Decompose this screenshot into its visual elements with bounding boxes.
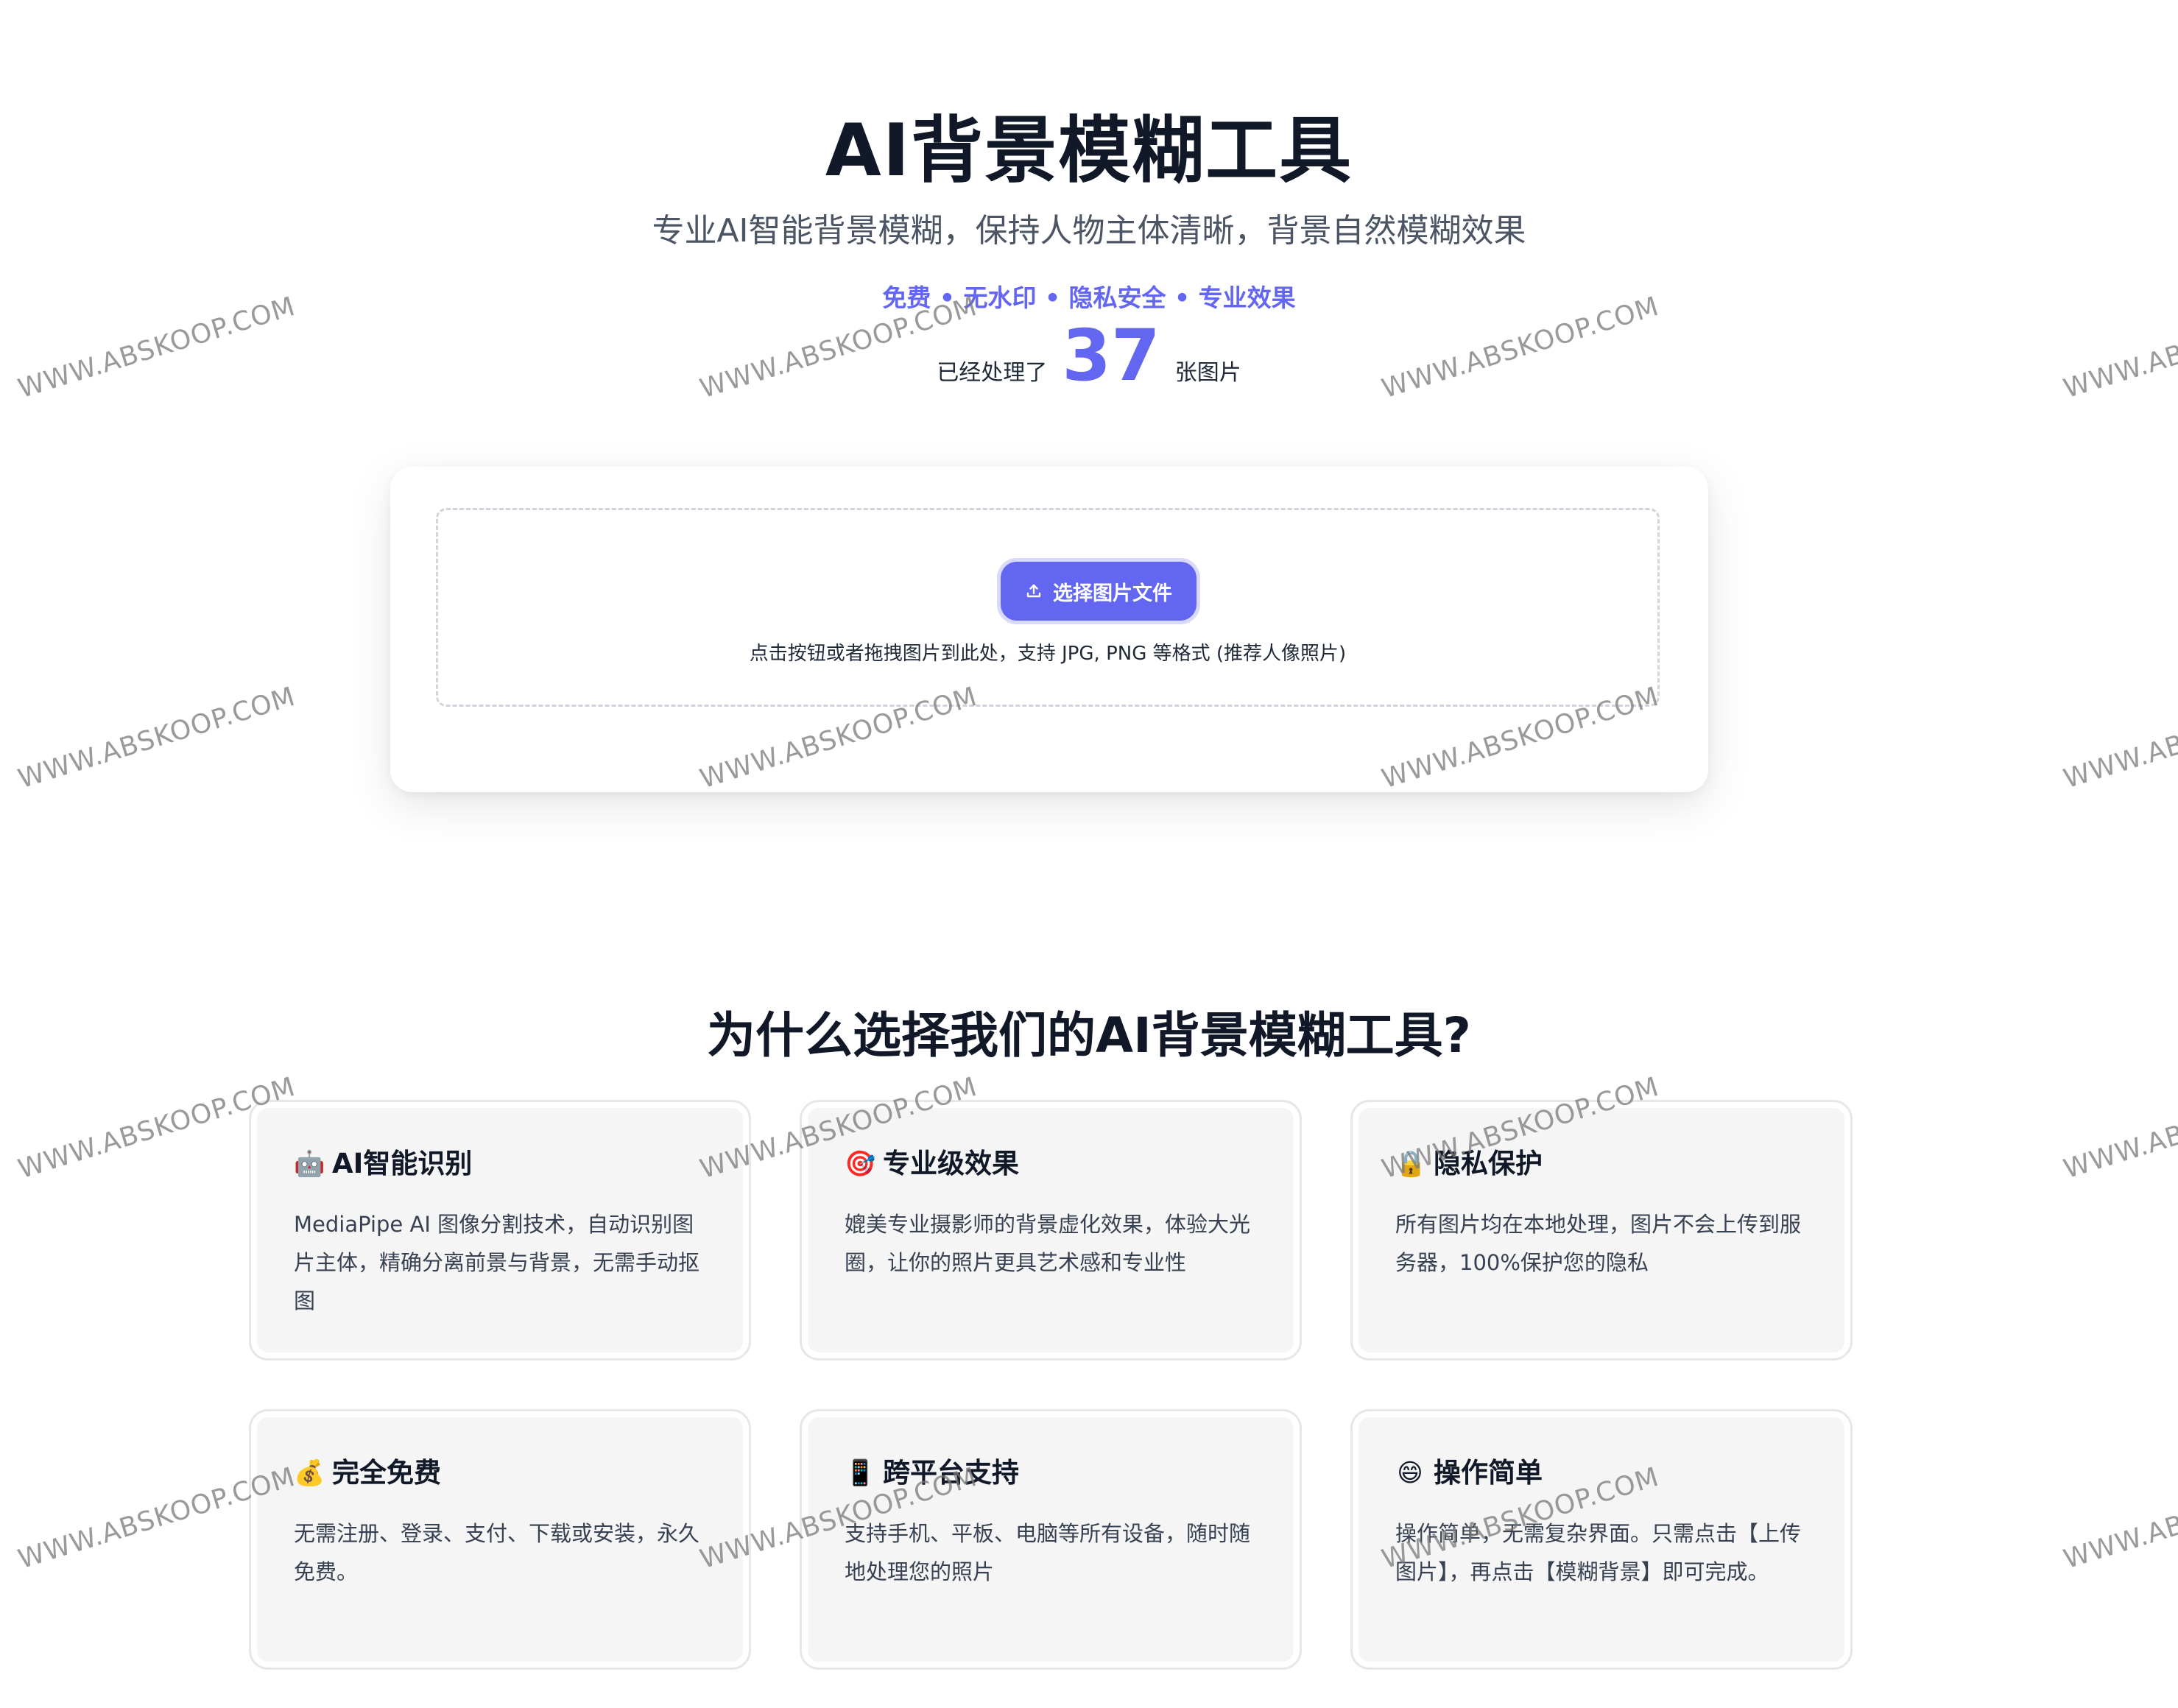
feature-title: 专业级效果 — [883, 1148, 1019, 1179]
feature-description: 所有图片均在本地处理，图片不会上传到服务器，100%保护您的隐私 — [1395, 1212, 1802, 1275]
feature-description: 操作简单，无需复杂界面。只需点击【上传图片】，再点击【模糊背景】即可完成。 — [1395, 1521, 1802, 1584]
processed-counter: 已经处理了 37 张图片 — [0, 315, 2178, 396]
feature-card-privacy: 🔒 隐私保护 所有图片均在本地处理，图片不会上传到服务器，100%保护您的隐私 — [1350, 1100, 1853, 1361]
upload-icon — [1025, 582, 1043, 600]
select-image-button[interactable]: 选择图片文件 — [1001, 562, 1197, 621]
feature-title: 完全免费 — [332, 1457, 441, 1489]
feature-title: 跨平台支持 — [883, 1457, 1019, 1489]
feature-title: 操作简单 — [1434, 1457, 1543, 1489]
smile-icon: 😄 — [1397, 1458, 1423, 1488]
feature-card-pro-effect: 🎯 专业级效果 媲美专业摄影师的背景虚化效果，体验大光圈，让你的照片更具艺术感和… — [800, 1100, 1302, 1361]
feature-card-cross-platform: 📱 跨平台支持 支持手机、平板、电脑等所有设备，随时随地处理您的照片 — [800, 1409, 1302, 1670]
watermark: WWW.ABSKOOP.COM — [2060, 1071, 2178, 1185]
money-bag-icon: 💰 — [294, 1458, 325, 1488]
counter-value: 37 — [1062, 314, 1160, 397]
features-grid: 🤖 AI智能识别 MediaPipe AI 图像分割技术，自动识别图片主体，精确… — [249, 1100, 1853, 1670]
lock-icon: 🔒 — [1395, 1149, 1427, 1179]
feature-title: AI智能识别 — [332, 1148, 473, 1179]
counter-prefix: 已经处理了 — [937, 360, 1048, 386]
select-image-button-label: 选择图片文件 — [1053, 582, 1172, 605]
page-subtitle: 专业AI智能背景模糊，保持人物主体清晰，背景自然模糊效果 — [652, 212, 1526, 250]
watermark: WWW.ABSKOOP.COM — [15, 0, 299, 7]
upload-hint: 点击按钮或者拖拽图片到此处，支持 JPG, PNG 等格式 (推荐人像照片) — [749, 643, 1347, 665]
robot-icon: 🤖 — [294, 1149, 325, 1179]
watermark: WWW.ABSKOOP.COM — [2060, 681, 2178, 795]
features-title: 为什么选择我们的AI背景模糊工具? — [707, 1007, 1471, 1064]
feature-title: 隐私保护 — [1434, 1148, 1543, 1179]
feature-description: 支持手机、平板、电脑等所有设备，随时随地处理您的照片 — [845, 1521, 1251, 1584]
feature-description: 无需注册、登录、支付、下载或安装，永久免费。 — [294, 1521, 700, 1584]
feature-description: MediaPipe AI 图像分割技术，自动识别图片主体，精确分离前景与背景，无… — [294, 1212, 700, 1313]
watermark: WWW.ABSKOOP.COM — [2060, 0, 2178, 7]
feature-description: 媲美专业摄影师的背景虚化效果，体验大光圈，让你的照片更具艺术感和专业性 — [845, 1212, 1251, 1275]
watermark: WWW.ABSKOOP.COM — [2060, 1461, 2178, 1575]
feature-card-free: 💰 完全免费 无需注册、登录、支付、下载或安装，永久免费。 — [249, 1409, 751, 1670]
feature-tags: 免费 • 无水印 • 隐私安全 • 专业效果 — [882, 283, 1296, 312]
feature-card-ai-recognition: 🤖 AI智能识别 MediaPipe AI 图像分割技术，自动识别图片主体，精确… — [249, 1100, 751, 1361]
page-title: AI背景模糊工具 — [825, 109, 1353, 193]
upload-card: 选择图片文件 点击按钮或者拖拽图片到此处，支持 JPG, PNG 等格式 (推荐… — [390, 467, 1708, 792]
counter-suffix: 张图片 — [1174, 360, 1241, 386]
watermark: WWW.ABSKOOP.COM — [697, 0, 981, 7]
feature-card-simple: 😄 操作简单 操作简单，无需复杂界面。只需点击【上传图片】，再点击【模糊背景】即… — [1350, 1409, 1853, 1670]
drop-zone[interactable]: 选择图片文件 点击按钮或者拖拽图片到此处，支持 JPG, PNG 等格式 (推荐… — [436, 508, 1660, 707]
watermark: WWW.ABSKOOP.COM — [15, 681, 299, 795]
watermark: WWW.ABSKOOP.COM — [1378, 0, 1663, 7]
mobile-phone-icon: 📱 — [845, 1458, 876, 1488]
target-icon: 🎯 — [845, 1149, 876, 1179]
